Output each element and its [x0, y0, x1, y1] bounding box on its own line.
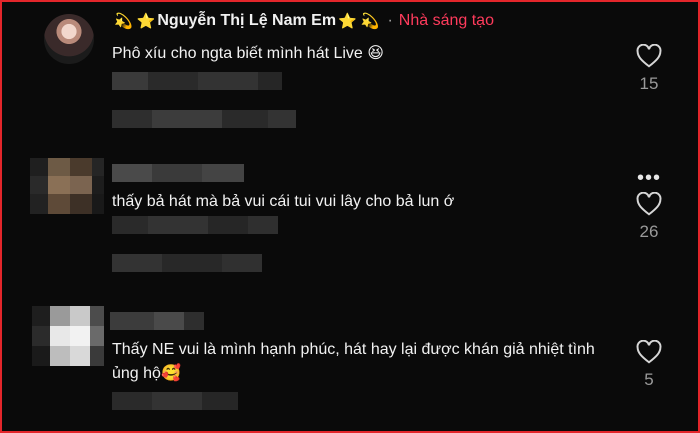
like-button[interactable]: 26: [632, 192, 666, 242]
sparkle-icon: 💫: [114, 13, 133, 30]
star-icon: ⭐: [338, 13, 357, 30]
like-count: 5: [644, 370, 654, 389]
comment-text: Phô xíu cho ngta biết mình hát Live 😆: [112, 45, 384, 62]
comment-header: 💫 ⭐ Nguyễn Thị Lệ Nam Em ⭐ 💫 · Nhà sáng …: [112, 12, 494, 30]
sparkle-icon: 💫: [360, 13, 380, 30]
like-count: 26: [639, 222, 659, 241]
more-options-icon[interactable]: •••: [637, 168, 661, 188]
avatar[interactable]: [44, 14, 94, 64]
like-button[interactable]: 5: [632, 340, 666, 390]
heart-icon: [636, 44, 662, 68]
heart-icon: [636, 340, 662, 364]
star-icon: ⭐: [136, 13, 156, 30]
like-count: 15: [639, 74, 659, 93]
comment-text: Thấy NE vui là mình hạnh phúc, hát hay l…: [112, 341, 595, 382]
username[interactable]: Nguyễn Thị Lệ Nam Em: [157, 12, 336, 30]
heart-icon: [636, 192, 662, 216]
creator-badge: Nhà sáng tạo: [398, 12, 494, 29]
separator: ·: [387, 12, 393, 29]
like-button[interactable]: 15: [632, 44, 666, 94]
comment-panel: 💫 ⭐ Nguyễn Thị Lệ Nam Em ⭐ 💫 · Nhà sáng …: [0, 0, 700, 433]
comment-text: thấy bả hát mà bả vui cái tui vui lây ch…: [112, 193, 455, 210]
